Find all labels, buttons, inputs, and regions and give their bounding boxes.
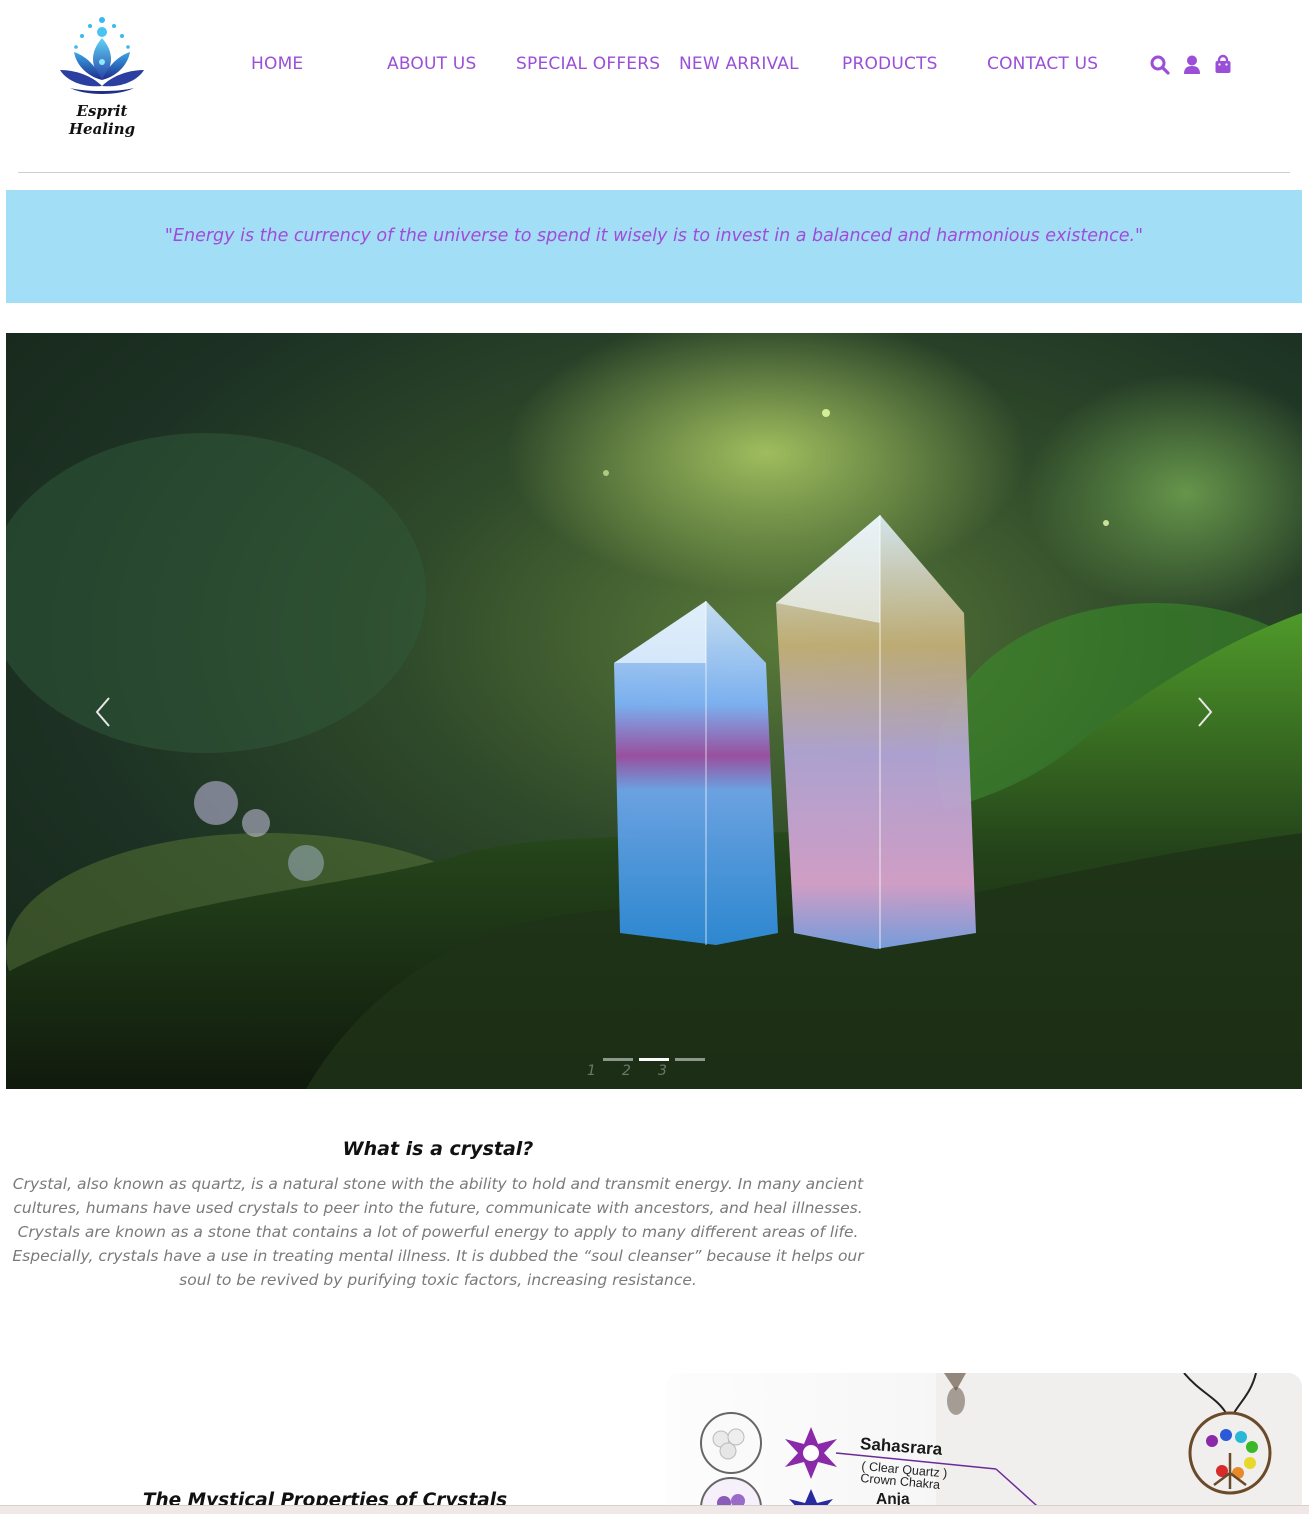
nav-new-arrival[interactable]: NEW ARRIVAL bbox=[679, 54, 799, 74]
chevron-right-icon bbox=[1198, 697, 1213, 727]
nav-about-us[interactable]: ABOUT US bbox=[387, 54, 476, 74]
crystal-section-title: What is a crystal? bbox=[342, 1138, 534, 1160]
indicator-label: 1 bbox=[587, 1063, 596, 1079]
crystal-section-body: Crystal, also known as quartz, is a natu… bbox=[12, 1175, 864, 1289]
chakra-illustration bbox=[700, 1373, 1302, 1514]
nav-home[interactable]: HOME bbox=[251, 54, 303, 74]
carousel-indicator-labels: 1 2 3 bbox=[587, 1063, 687, 1083]
brand-name: Esprit Healing bbox=[68, 102, 136, 138]
carousel-next-button[interactable] bbox=[1190, 695, 1220, 729]
header-divider bbox=[18, 172, 1290, 173]
chakra-image: Sahasrara ( Clear Quartz ) Crown Chakra … bbox=[666, 1373, 1302, 1514]
shopping-bag-icon[interactable] bbox=[1214, 54, 1234, 76]
quote-text: "Energy is the currency of the universe … bbox=[164, 226, 1144, 246]
indicator-label: 3 bbox=[658, 1063, 667, 1079]
page-bottom-edge bbox=[0, 1505, 1309, 1514]
carousel-indicator[interactable] bbox=[603, 1058, 633, 1061]
carousel-indicator-active[interactable] bbox=[639, 1058, 669, 1061]
quote-banner: "Energy is the currency of the universe … bbox=[6, 190, 1302, 303]
chevron-left-icon bbox=[95, 697, 110, 727]
nav-special-offers[interactable]: SPECIAL OFFERS bbox=[516, 54, 660, 74]
lotus-logo-icon bbox=[60, 17, 144, 94]
crystal-hero-image bbox=[6, 333, 1302, 1089]
nav-products[interactable]: PRODUCTS bbox=[842, 54, 938, 74]
brand-logo[interactable]: Esprit Healing bbox=[46, 14, 158, 138]
site-header: Esprit Healing HOME ABOUT US SPECIAL OFF… bbox=[0, 0, 1309, 175]
indicator-label: 2 bbox=[622, 1063, 631, 1079]
carousel-prev-button[interactable] bbox=[90, 695, 120, 729]
search-icon[interactable] bbox=[1150, 54, 1170, 76]
carousel-indicator[interactable] bbox=[675, 1058, 705, 1061]
hero-carousel[interactable] bbox=[6, 333, 1302, 1089]
user-icon[interactable] bbox=[1183, 54, 1203, 76]
nav-contact-us[interactable]: CONTACT US bbox=[987, 54, 1098, 74]
